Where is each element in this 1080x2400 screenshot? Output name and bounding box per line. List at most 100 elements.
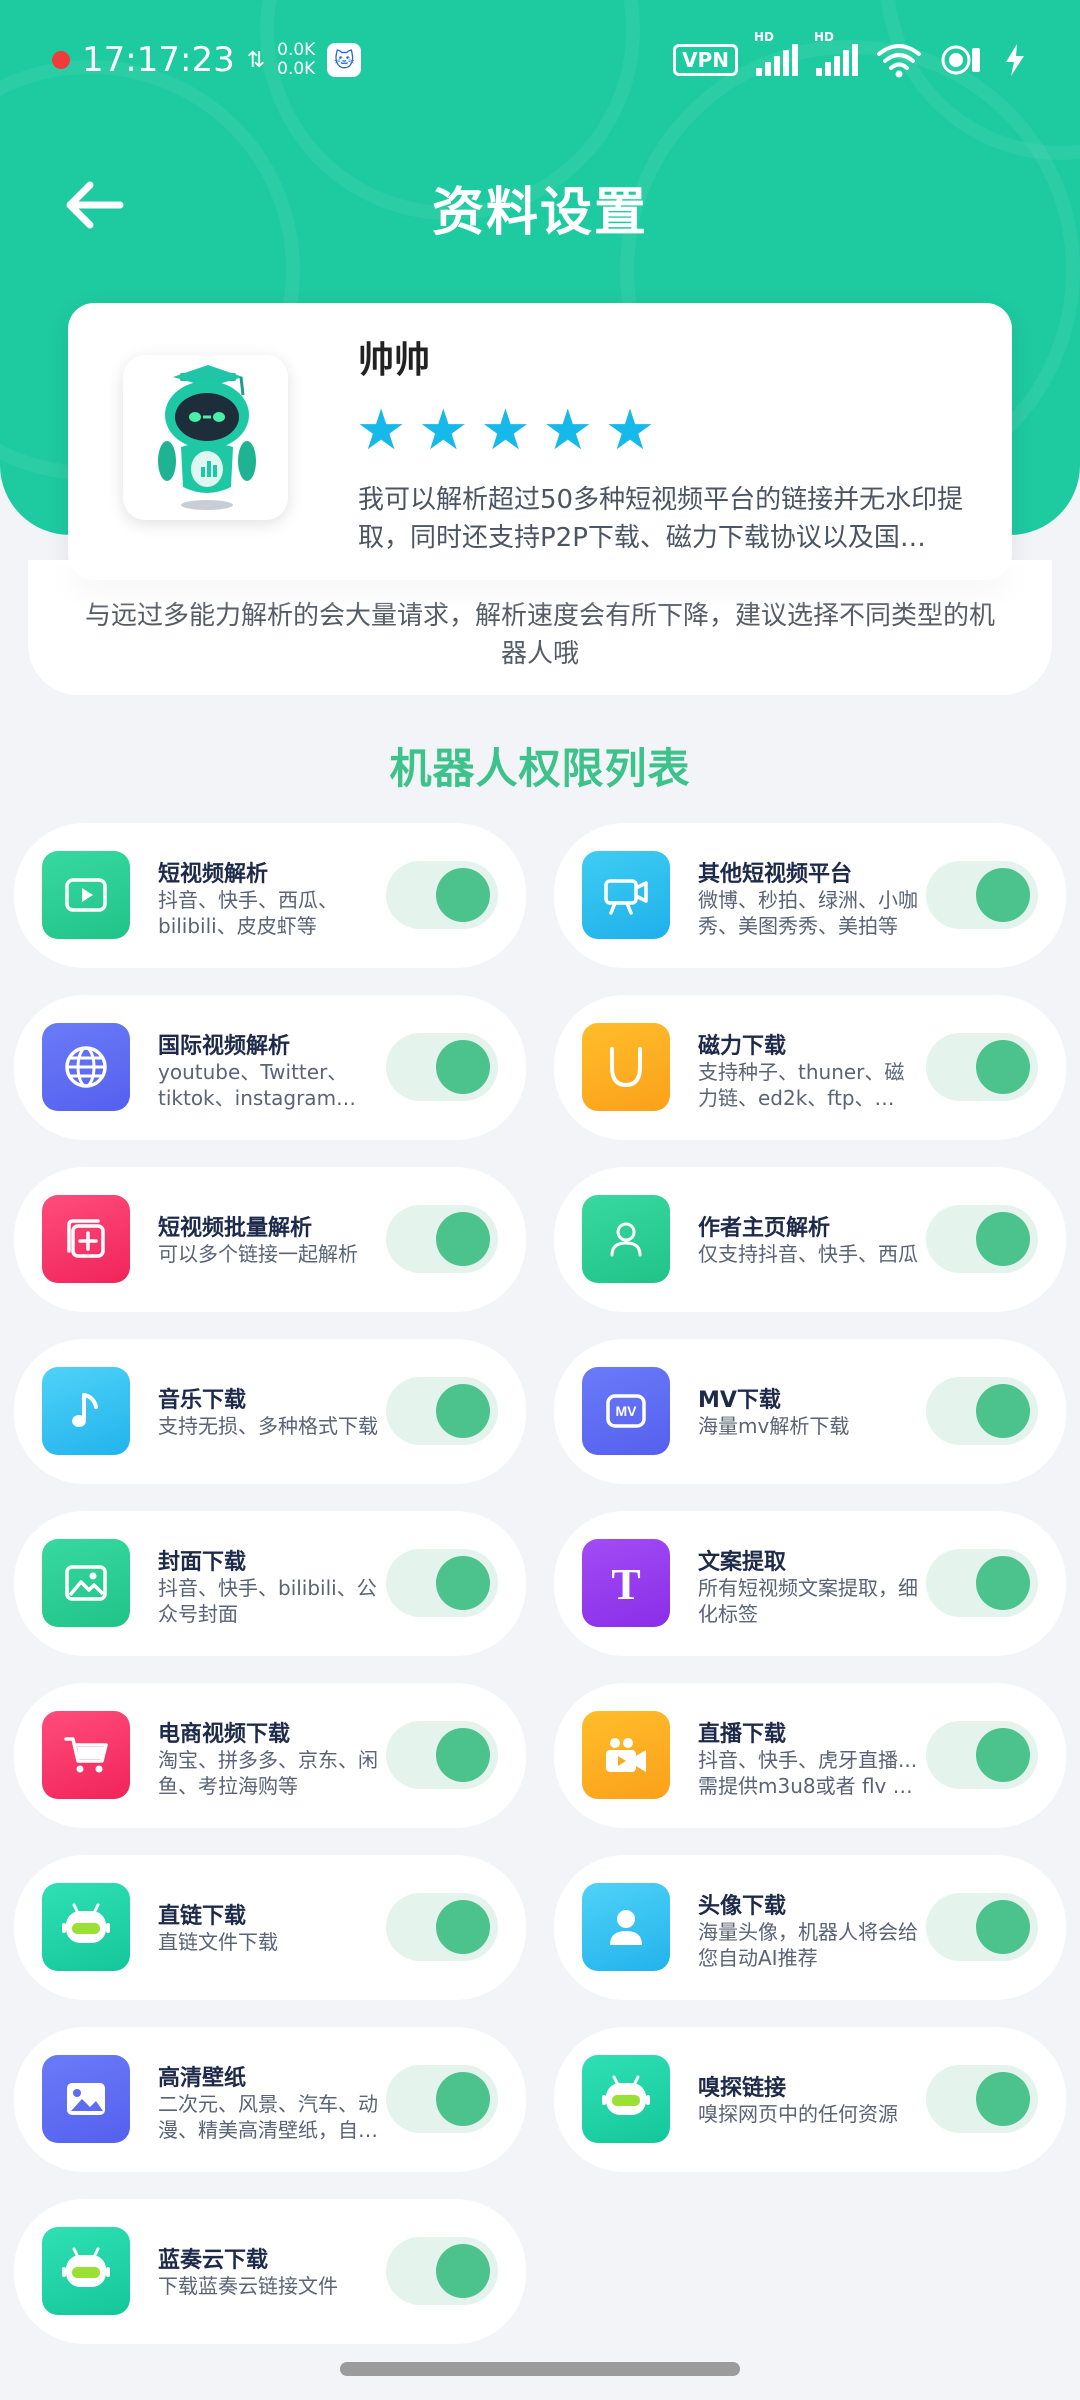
charging-icon xyxy=(1006,44,1024,76)
permission-toggle[interactable] xyxy=(386,1033,498,1101)
image-icon xyxy=(42,1539,130,1627)
page-title: 资料设置 xyxy=(431,183,648,243)
hd-label-2: HD xyxy=(814,30,835,44)
permission-title: 国际视频解析 xyxy=(158,1034,291,1059)
permission-description: 抖音、快手、西瓜、bilibili、皮皮虾等 xyxy=(158,888,338,938)
permission-toggle[interactable] xyxy=(926,1377,1038,1445)
permission-card: 短视频解析 抖音、快手、西瓜、bilibili、皮皮虾等 xyxy=(14,823,526,968)
permission-description: 抖音、快手、bilibili、公众号封面 xyxy=(158,1576,377,1626)
permission-toggle[interactable] xyxy=(926,861,1038,929)
robot-icon xyxy=(42,2227,130,2315)
svg-text:T: T xyxy=(611,1560,640,1609)
permission-description: 支持种子、thuner、磁力链、ed2k、ftp、… xyxy=(698,1060,905,1110)
recording-indicator xyxy=(52,51,70,69)
magnet-icon xyxy=(582,1023,670,1111)
permission-card: 封面下载 抖音、快手、bilibili、公众号封面 xyxy=(14,1511,526,1656)
rating-stars: ★ ★ ★ ★ ★ xyxy=(356,403,655,459)
batch-add-icon xyxy=(42,1195,130,1283)
permission-toggle[interactable] xyxy=(386,2237,498,2305)
permission-toggle[interactable] xyxy=(926,1721,1038,1789)
permission-title: 其他短视频平台 xyxy=(698,862,853,887)
toggle-knob xyxy=(436,1556,490,1610)
permission-description: youtube、Twitter、tiktok、instagram… xyxy=(158,1060,357,1110)
permission-toggle[interactable] xyxy=(386,1549,498,1617)
permission-toggle[interactable] xyxy=(926,1893,1038,1961)
status-time: 17:17:23 xyxy=(82,40,235,80)
wifi-icon xyxy=(877,44,921,78)
permission-card: 其他短视频平台 微博、秒拍、绿洲、小咖秀、美图秀秀、美拍等 xyxy=(554,823,1066,968)
permission-description: 嗅探网页中的任何资源 xyxy=(698,2102,898,2126)
permission-description: 仅支持抖音、快手、西瓜 xyxy=(698,1242,918,1266)
permission-title: 电商视频下载 xyxy=(158,1722,291,1747)
toggle-knob xyxy=(976,1556,1030,1610)
permission-toggle[interactable] xyxy=(386,1721,498,1789)
globe-icon xyxy=(42,1023,130,1111)
permission-card: 头像下载 海量头像，机器人将会给您自动AI推荐 xyxy=(554,1855,1066,2000)
permission-description: 支持无损、多种格式下载 xyxy=(158,1414,378,1438)
permission-card: 高清壁纸 二次元、风景、汽车、动漫、精美高清壁纸，自… xyxy=(14,2027,526,2172)
permission-title: 直播下载 xyxy=(698,1722,787,1747)
permission-description: 抖音、快手、虎牙直播... 需提供m3u8或者 flv … xyxy=(698,1748,918,1798)
vpn-badge: VPN xyxy=(673,44,738,76)
battery-saver-icon xyxy=(941,45,980,75)
live-camera-icon xyxy=(582,1711,670,1799)
mv-icon: MV xyxy=(582,1367,670,1455)
toggle-knob xyxy=(436,1384,490,1438)
notice-text: 与远过多能力解析的会大量请求，解析速度会有所下降，建议选择不同类型的机 器人哦 xyxy=(68,580,1012,673)
toggle-knob xyxy=(436,2072,490,2126)
avatar-icon xyxy=(582,1883,670,1971)
user-icon xyxy=(582,1195,670,1283)
permission-description: 海量头像，机器人将会给您自动AI推荐 xyxy=(698,1920,918,1970)
status-bar: 17:17:23 ⇅ 0.0K 0.0K 🐱 VPN HD HD xyxy=(0,0,1080,125)
permission-description: 下载蓝奏云链接文件 xyxy=(158,2274,338,2298)
robot-avatar[interactable] xyxy=(123,355,288,520)
permission-toggle[interactable] xyxy=(386,1893,498,1961)
permission-card: MV MV下载 海量mv解析下载 xyxy=(554,1339,1066,1484)
toggle-knob xyxy=(436,1040,490,1094)
net-down: 0.0K xyxy=(277,59,316,79)
permission-toggle[interactable] xyxy=(926,1549,1038,1617)
star-icon: ★ xyxy=(480,398,531,463)
permission-toggle[interactable] xyxy=(386,1377,498,1445)
permission-title: 文案提取 xyxy=(698,1550,787,1575)
star-icon: ★ xyxy=(418,398,469,463)
permission-card: T 文案提取 所有短视频文案提取，细化标签 xyxy=(554,1511,1066,1656)
text-icon: T xyxy=(582,1539,670,1627)
permission-description: 所有短视频文案提取，细化标签 xyxy=(698,1576,918,1626)
toggle-knob xyxy=(976,2072,1030,2126)
notice-line-1: 与远过多能力解析的会大量请求，解析速度会有所下降，建议选择不同类型的机 xyxy=(84,601,995,631)
robot-icon xyxy=(582,2055,670,2143)
permission-toggle[interactable] xyxy=(926,1205,1038,1273)
home-indicator[interactable] xyxy=(340,2362,740,2376)
permission-card: 蓝奏云下载 下载蓝奏云链接文件 xyxy=(14,2199,526,2344)
video-camera-icon xyxy=(582,851,670,939)
profile-card: 帅帅 ★ ★ ★ ★ ★ 我可以解析超过50多种短视频平台的链接并无水印提取，同… xyxy=(68,303,1012,580)
star-icon: ★ xyxy=(542,398,593,463)
permission-title: 嗅探链接 xyxy=(698,2076,787,2101)
robot-avatar-icon xyxy=(158,365,256,510)
permission-toggle[interactable] xyxy=(386,2065,498,2133)
permission-title: 封面下载 xyxy=(158,1550,247,1575)
permission-title: 短视频解析 xyxy=(158,862,269,887)
permission-toggle[interactable] xyxy=(386,1205,498,1273)
permission-toggle[interactable] xyxy=(926,1033,1038,1101)
toggle-knob xyxy=(976,1040,1030,1094)
permission-toggle[interactable] xyxy=(926,2065,1038,2133)
permission-toggle[interactable] xyxy=(386,861,498,929)
video-play-icon xyxy=(42,851,130,939)
star-icon: ★ xyxy=(604,398,656,463)
notice-line-2: 器人哦 xyxy=(500,639,579,669)
profile-description: 我可以解析超过50多种短视频平台的链接并无水印提取，同时还支持P2P下载、磁力下… xyxy=(358,485,964,553)
permission-card: 短视频批量解析 可以多个链接一起解析 xyxy=(14,1167,526,1312)
profile-name: 帅帅 xyxy=(358,340,431,381)
permission-title: 高清壁纸 xyxy=(158,2066,247,2091)
data-arrows-icon: ⇅ xyxy=(246,47,266,73)
permission-title: MV下载 xyxy=(698,1388,781,1413)
toggle-knob xyxy=(976,1728,1030,1782)
svg-text:MV: MV xyxy=(616,1403,638,1419)
permission-card: 电商视频下载 淘宝、拼多多、京东、闲鱼、考拉海购等 xyxy=(14,1683,526,1828)
hd-label: HD xyxy=(754,30,775,44)
permission-card: 直链下载 直链文件下载 xyxy=(14,1855,526,2000)
wallpaper-icon xyxy=(42,2055,130,2143)
star-icon: ★ xyxy=(356,398,407,463)
